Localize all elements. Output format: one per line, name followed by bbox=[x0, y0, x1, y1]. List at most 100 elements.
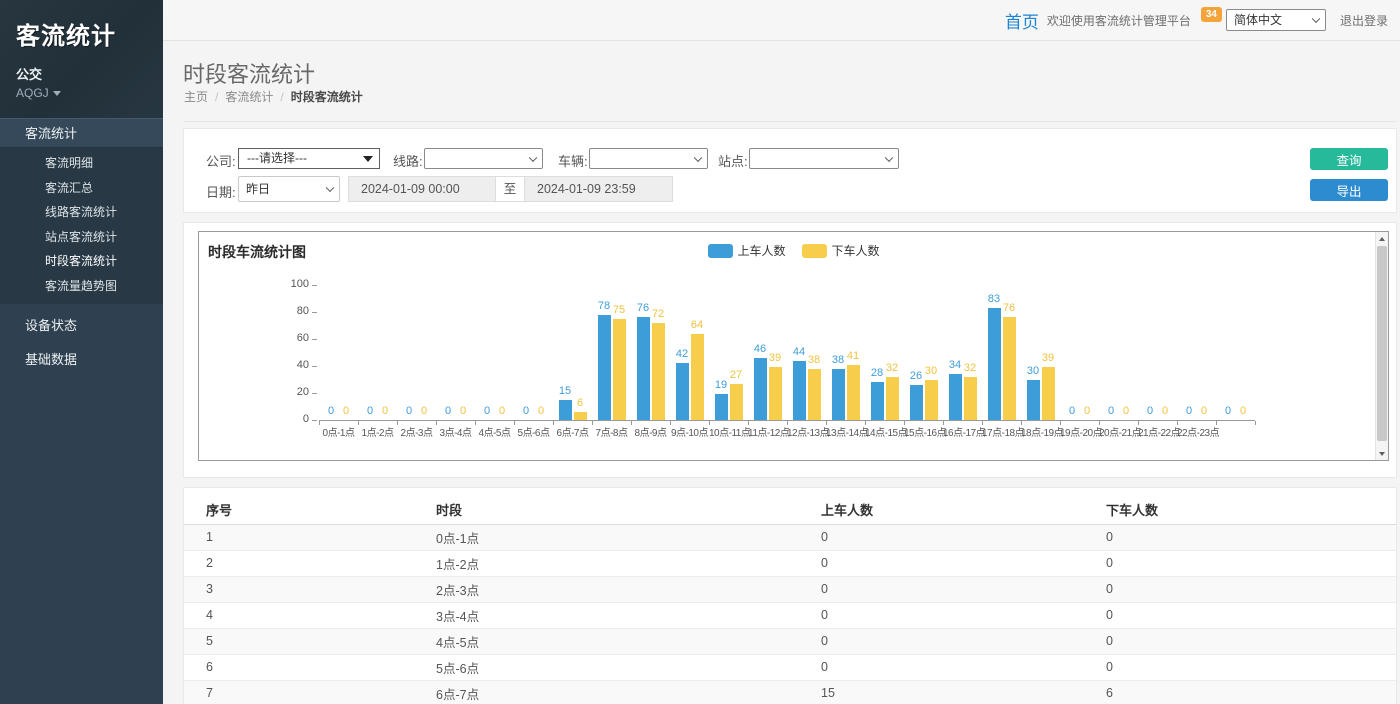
bar-group: 46 bbox=[754, 285, 767, 420]
table-row: 65点-6点00 bbox=[184, 654, 1396, 680]
bar-group: 78 bbox=[598, 285, 611, 420]
query-button[interactable]: 查询 bbox=[1310, 148, 1388, 170]
bar-group: 0 bbox=[1120, 285, 1133, 420]
chart-category: 00 bbox=[358, 285, 397, 420]
date-start-input[interactable]: 2024-01-09 00:00 bbox=[348, 176, 496, 202]
company-label: 公司: bbox=[206, 151, 236, 170]
bar-value-label: 75 bbox=[613, 304, 625, 316]
bar bbox=[1042, 367, 1055, 420]
bar-group: 0 bbox=[340, 285, 353, 420]
table-cell: 0 bbox=[1084, 524, 1396, 550]
table-cell: 15 bbox=[799, 680, 1084, 704]
table-cell: 3 bbox=[184, 576, 414, 602]
sidebar-subitem[interactable]: 客流汇总 bbox=[0, 176, 163, 201]
sidebar-item-passenger-stats[interactable]: 客流统计 bbox=[0, 118, 163, 148]
table-row: 10点-1点00 bbox=[184, 524, 1396, 550]
bar-value-label: 0 bbox=[1123, 405, 1129, 417]
bar-value-label: 0 bbox=[343, 405, 349, 417]
table-cell: 6点-7点 bbox=[414, 680, 799, 704]
sidebar-item[interactable]: 基础数据 bbox=[0, 343, 163, 377]
bar-value-label: 83 bbox=[988, 293, 1000, 305]
x-axis-label: 8点-9点 bbox=[631, 421, 670, 439]
chart-category: 4438 bbox=[787, 285, 826, 420]
table-panel: 序号时段上车人数下车人数 10点-1点0021点-2点0032点-3点0043点… bbox=[183, 487, 1397, 704]
table-cell: 0 bbox=[1084, 550, 1396, 576]
table-cell: 1点-2点 bbox=[414, 550, 799, 576]
chart-category: 00 bbox=[514, 285, 553, 420]
table-cell: 0 bbox=[799, 628, 1084, 654]
bar-value-label: 44 bbox=[793, 346, 805, 358]
table-cell: 1 bbox=[184, 524, 414, 550]
breadcrumb-home[interactable]: 主页 bbox=[184, 90, 208, 104]
breadcrumb-section[interactable]: 客流统计 bbox=[225, 90, 273, 104]
sidebar-subitem[interactable]: 时段客流统计 bbox=[0, 249, 163, 274]
bar-value-label: 0 bbox=[538, 405, 544, 417]
org-code-dropdown[interactable]: AQGJ bbox=[16, 86, 149, 100]
bar bbox=[715, 394, 728, 420]
date-end-input[interactable]: 2024-01-09 23:59 bbox=[524, 176, 673, 202]
bar-value-label: 0 bbox=[1162, 405, 1168, 417]
bar-value-label: 26 bbox=[910, 370, 922, 382]
bar-group: 6 bbox=[574, 285, 587, 420]
date-preset-select[interactable]: 昨日 bbox=[238, 176, 340, 202]
home-link[interactable]: 首页 bbox=[1005, 8, 1039, 33]
chart-category: 00 bbox=[1138, 285, 1177, 420]
chart-container: 时段车流统计图 上车人数下车人数 100806040200 0000000000… bbox=[198, 231, 1389, 461]
x-axis-label: 0点-1点 bbox=[319, 421, 358, 439]
chart-category: 3841 bbox=[826, 285, 865, 420]
chart-scrollbar[interactable] bbox=[1375, 232, 1388, 460]
legend-item[interactable]: 下车人数 bbox=[802, 242, 880, 259]
bar-value-label: 0 bbox=[1225, 405, 1231, 417]
bar-value-label: 32 bbox=[886, 362, 898, 374]
bar-value-label: 76 bbox=[1003, 302, 1015, 314]
language-select[interactable]: 简体中文 bbox=[1226, 9, 1326, 31]
breadcrumb-separator: / bbox=[215, 90, 218, 104]
logout-link[interactable]: 退出登录 bbox=[1340, 12, 1388, 29]
bar bbox=[832, 369, 845, 420]
scroll-down-button[interactable] bbox=[1376, 447, 1388, 460]
sidebar-subitem[interactable]: 客流明细 bbox=[0, 151, 163, 176]
export-button[interactable]: 导出 bbox=[1310, 179, 1388, 201]
sidebar: 客流统计 公交 AQGJ 客流统计 客流明细客流汇总线路客流统计站点客流统计时段… bbox=[0, 0, 163, 704]
bar-value-label: 64 bbox=[691, 319, 703, 331]
page-title: 时段客流统计 bbox=[183, 57, 315, 89]
bar-value-label: 0 bbox=[1069, 405, 1075, 417]
bar-value-label: 0 bbox=[1240, 405, 1246, 417]
bar bbox=[754, 358, 767, 420]
sidebar-subitem[interactable]: 站点客流统计 bbox=[0, 225, 163, 250]
chart-category: 156 bbox=[553, 285, 592, 420]
bar-group: 0 bbox=[1066, 285, 1079, 420]
legend-item[interactable]: 上车人数 bbox=[707, 242, 785, 259]
bar-value-label: 0 bbox=[499, 405, 505, 417]
chart-category: 00 bbox=[436, 285, 475, 420]
bar-value-label: 6 bbox=[577, 397, 583, 409]
bar-group: 0 bbox=[379, 285, 392, 420]
chart-category: 00 bbox=[1216, 285, 1255, 420]
station-select[interactable] bbox=[749, 148, 899, 169]
vehicle-select[interactable] bbox=[589, 148, 708, 169]
bar-value-label: 30 bbox=[925, 365, 937, 377]
bar-group: 0 bbox=[496, 285, 509, 420]
sidebar-subitem[interactable]: 客流量趋势图 bbox=[0, 274, 163, 299]
bar-value-label: 46 bbox=[754, 343, 766, 355]
bar bbox=[847, 365, 860, 420]
scrollbar-thumb[interactable] bbox=[1377, 246, 1387, 441]
sidebar-submenu: 客流明细客流汇总线路客流统计站点客流统计时段客流统计客流量趋势图 bbox=[0, 148, 163, 304]
bar-group: 38 bbox=[808, 285, 821, 420]
company-select[interactable]: ---请选择--- bbox=[238, 148, 380, 169]
chart-panel: 时段车流统计图 上车人数下车人数 100806040200 0000000000… bbox=[183, 222, 1397, 478]
bar-group: 0 bbox=[1144, 285, 1157, 420]
sidebar-item[interactable]: 设备状态 bbox=[0, 309, 163, 343]
chart-category: 00 bbox=[1099, 285, 1138, 420]
sidebar-subitem[interactable]: 线路客流统计 bbox=[0, 200, 163, 225]
scroll-up-button[interactable] bbox=[1376, 232, 1388, 245]
station-select-wrap bbox=[749, 148, 899, 169]
x-axis-label: 3点-4点 bbox=[436, 421, 475, 439]
chart-category: 4639 bbox=[748, 285, 787, 420]
line-select[interactable] bbox=[424, 148, 543, 169]
bar-group: 0 bbox=[1198, 285, 1211, 420]
table-cell: 7 bbox=[184, 680, 414, 704]
x-axis-label: 11点-12点 bbox=[748, 421, 787, 439]
chart-x-axis: 0点-1点1点-2点2点-3点3点-4点4点-5点5点-6点6点-7点7点-8点… bbox=[319, 420, 1255, 439]
bar-group: 0 bbox=[1081, 285, 1094, 420]
